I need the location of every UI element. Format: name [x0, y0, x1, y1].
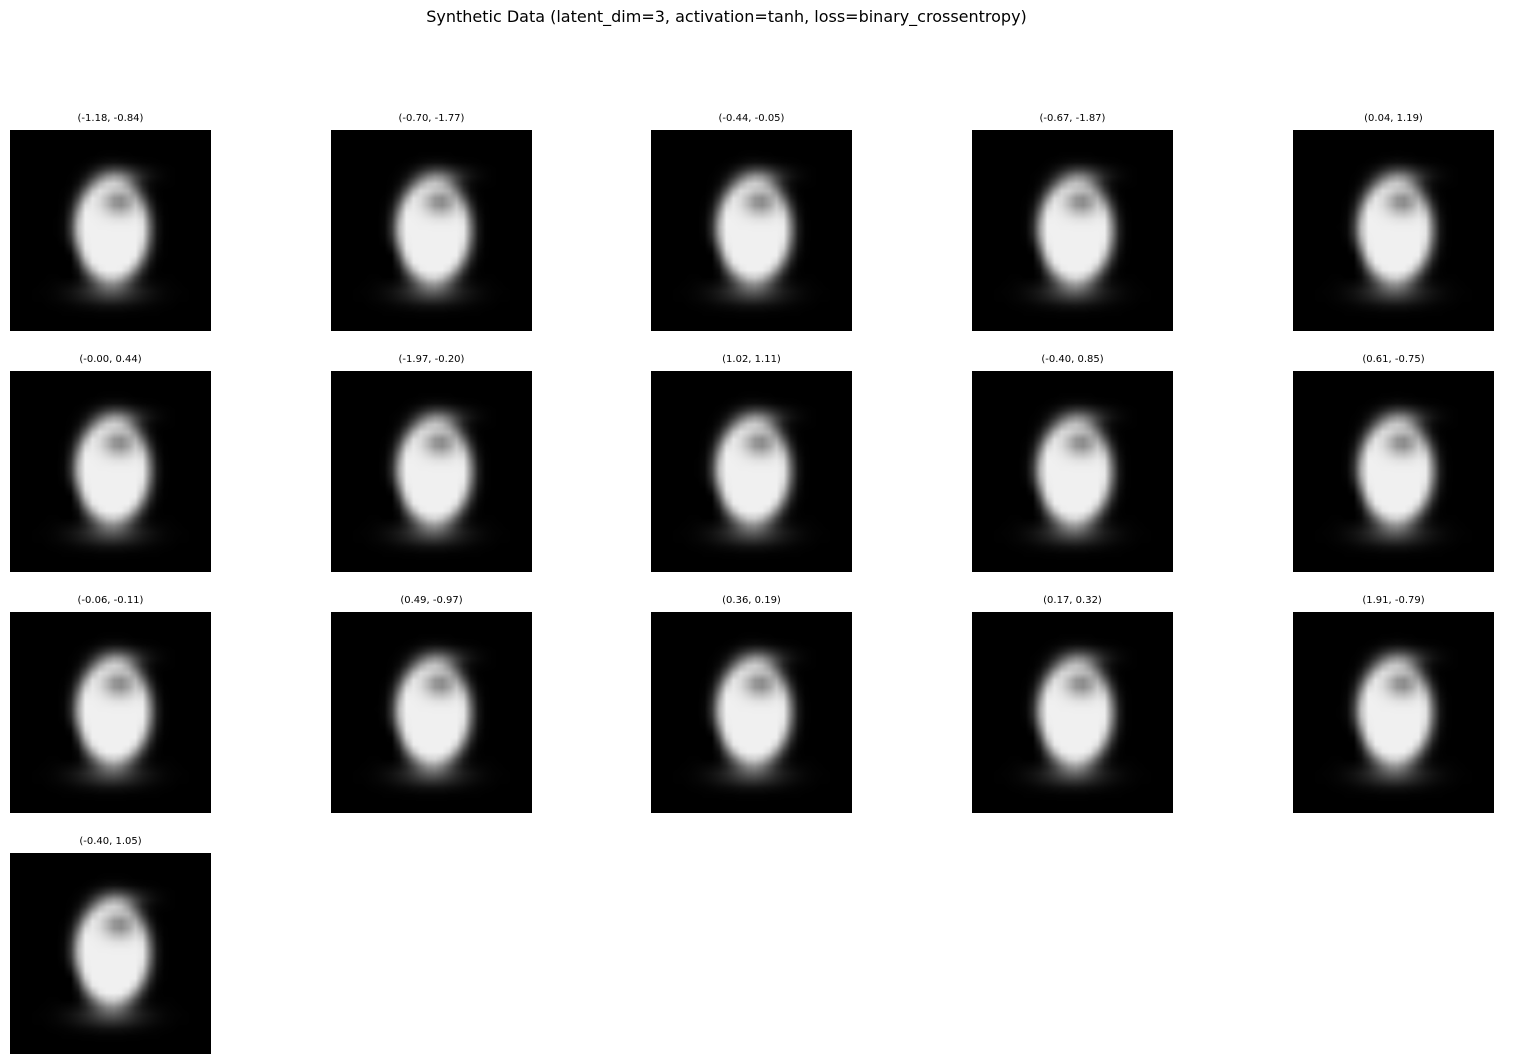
generated-digit-image [331, 612, 532, 813]
panel-title: (-0.67, -1.87) [1039, 113, 1106, 124]
generated-digit-image [1293, 612, 1494, 813]
generated-digit-image [10, 371, 211, 572]
image-panel: (0.61, -0.75) [1293, 354, 1494, 572]
image-panel: (-0.67, -1.87) [972, 113, 1173, 331]
panel-title: (-0.00, 0.44) [79, 354, 142, 365]
generated-digit-image [972, 371, 1173, 572]
image-panel: (-0.06, -0.11) [10, 595, 211, 813]
generated-digit-image [651, 371, 852, 572]
image-panel: (0.36, 0.19) [651, 595, 852, 813]
panel-title: (0.17, 0.32) [1043, 595, 1102, 606]
panel-title: (0.49, -0.97) [400, 595, 463, 606]
panel-title: (0.36, 0.19) [722, 595, 781, 606]
panel-title: (-0.40, 0.85) [1041, 354, 1104, 365]
image-panel: (0.04, 1.19) [1293, 113, 1494, 331]
panel-title: (0.04, 1.19) [1364, 113, 1423, 124]
image-panel: (-0.40, 1.05) [10, 836, 211, 1054]
generated-digit-image [331, 130, 532, 331]
generated-digit-image [972, 130, 1173, 331]
image-panel: (0.17, 0.32) [972, 595, 1173, 813]
panel-title: (0.61, -0.75) [1362, 354, 1425, 365]
image-panel: (1.02, 1.11) [651, 354, 852, 572]
image-panel: (1.91, -0.79) [1293, 595, 1494, 813]
panel-title: (-1.18, -0.84) [77, 113, 144, 124]
image-panel: (-1.18, -0.84) [10, 113, 211, 331]
panel-title: (-0.44, -0.05) [718, 113, 785, 124]
generated-digit-image [10, 130, 211, 331]
generated-digit-image [331, 371, 532, 572]
image-panel: (-0.70, -1.77) [331, 113, 532, 331]
panel-title: (-0.40, 1.05) [79, 836, 142, 847]
figure-title: Synthetic Data (latent_dim=3, activation… [426, 7, 1027, 26]
panel-title: (-0.70, -1.77) [398, 113, 465, 124]
image-panel: (-1.97, -0.20) [331, 354, 532, 572]
image-panel: (0.49, -0.97) [331, 595, 532, 813]
generated-digit-image [1293, 130, 1494, 331]
generated-digit-image [10, 612, 211, 813]
image-panel: (-0.00, 0.44) [10, 354, 211, 572]
image-panel: (-0.44, -0.05) [651, 113, 852, 331]
generated-digit-image [1293, 371, 1494, 572]
generated-digit-image [651, 612, 852, 813]
panel-title: (1.02, 1.11) [722, 354, 781, 365]
image-panel: (-0.40, 0.85) [972, 354, 1173, 572]
generated-digit-image [10, 853, 211, 1054]
panel-title: (-1.97, -0.20) [398, 354, 465, 365]
generated-digit-image [972, 612, 1173, 813]
generated-digit-image [651, 130, 852, 331]
panel-title: (1.91, -0.79) [1362, 595, 1425, 606]
panel-title: (-0.06, -0.11) [77, 595, 144, 606]
